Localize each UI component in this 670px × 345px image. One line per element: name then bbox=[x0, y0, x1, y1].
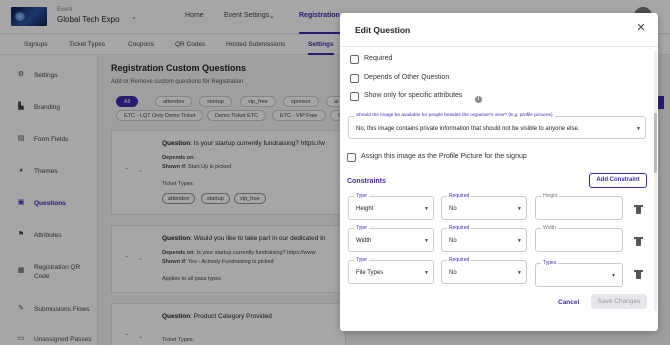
field-label: Type bbox=[354, 225, 369, 231]
field-value: No bbox=[449, 206, 457, 212]
field-label: Type bbox=[354, 257, 369, 263]
field-value: No bbox=[449, 270, 457, 276]
field-value: Width bbox=[356, 238, 372, 244]
visibility-select[interactable]: Should the image be available for people… bbox=[348, 113, 646, 139]
caret-down-icon: ▼ bbox=[517, 206, 522, 212]
constraint-type-select[interactable]: Type Width ▼ bbox=[348, 225, 434, 252]
add-constraint-button[interactable]: Add Constraint bbox=[589, 173, 647, 188]
caret-down-icon: ▼ bbox=[517, 270, 522, 276]
field-label: Width bbox=[541, 225, 558, 231]
field-label: Height bbox=[541, 193, 560, 199]
constraint-value-input[interactable]: Height bbox=[535, 193, 623, 220]
modal-title: Edit Question bbox=[355, 25, 411, 35]
field-value: File Types bbox=[356, 270, 384, 276]
visibility-field-label: Should the image be available for people… bbox=[354, 113, 555, 118]
trash-icon[interactable] bbox=[634, 270, 643, 279]
save-changes-button[interactable]: Save Changes bbox=[591, 294, 647, 309]
depends-label: Depends of Other Question bbox=[364, 74, 450, 81]
info-icon[interactable]: i bbox=[475, 96, 482, 103]
profile-picture-label: Assign this image as the Profile Picture… bbox=[361, 153, 527, 160]
edit-question-modal: Edit Question ✕ Required Depends of Othe… bbox=[340, 13, 658, 331]
visibility-value: No, this image contains private informat… bbox=[356, 126, 580, 132]
scrollbar-thumb[interactable] bbox=[654, 113, 657, 173]
close-icon[interactable]: ✕ bbox=[636, 23, 646, 34]
cancel-button[interactable]: Cancel bbox=[558, 299, 579, 306]
constraint-type-select[interactable]: Type File Types ▼ bbox=[348, 257, 434, 284]
field-label: Type bbox=[354, 193, 369, 199]
caret-down-icon: ▼ bbox=[424, 270, 429, 276]
constraint-value-input[interactable]: Width bbox=[535, 225, 623, 252]
constraint-required-select[interactable]: Required No ▼ bbox=[441, 225, 527, 252]
required-label: Required bbox=[364, 55, 393, 62]
constraint-types-select[interactable]: Types ▼ bbox=[535, 260, 623, 287]
profile-picture-checkbox[interactable] bbox=[347, 153, 356, 162]
caret-down-icon: ▼ bbox=[424, 238, 429, 244]
constraint-type-select[interactable]: Type Height ▼ bbox=[348, 193, 434, 220]
constraints-title: Constraints bbox=[347, 178, 386, 185]
caret-down-icon: ▼ bbox=[611, 273, 616, 279]
trash-icon[interactable] bbox=[634, 205, 643, 214]
divider bbox=[340, 46, 658, 47]
trash-icon[interactable] bbox=[634, 237, 643, 246]
specific-attributes-checkbox[interactable] bbox=[350, 92, 359, 101]
caret-down-icon: ▼ bbox=[424, 206, 429, 212]
specific-attributes-label: Show only for specific attributes bbox=[364, 92, 463, 99]
field-label: Types bbox=[541, 260, 559, 266]
field-label: Required bbox=[447, 193, 472, 199]
caret-down-icon: ▼ bbox=[517, 238, 522, 244]
constraint-required-select[interactable]: Required No ▼ bbox=[441, 257, 527, 284]
constraint-required-select[interactable]: Required No ▼ bbox=[441, 193, 527, 220]
field-label: Required bbox=[447, 225, 472, 231]
field-value: No bbox=[449, 238, 457, 244]
field-label: Required bbox=[447, 257, 472, 263]
scrollbar[interactable] bbox=[654, 51, 657, 311]
field-value: Height bbox=[356, 206, 374, 212]
caret-down-icon: ▼ bbox=[636, 126, 641, 132]
depends-checkbox[interactable] bbox=[350, 74, 359, 83]
required-checkbox[interactable] bbox=[350, 55, 359, 64]
